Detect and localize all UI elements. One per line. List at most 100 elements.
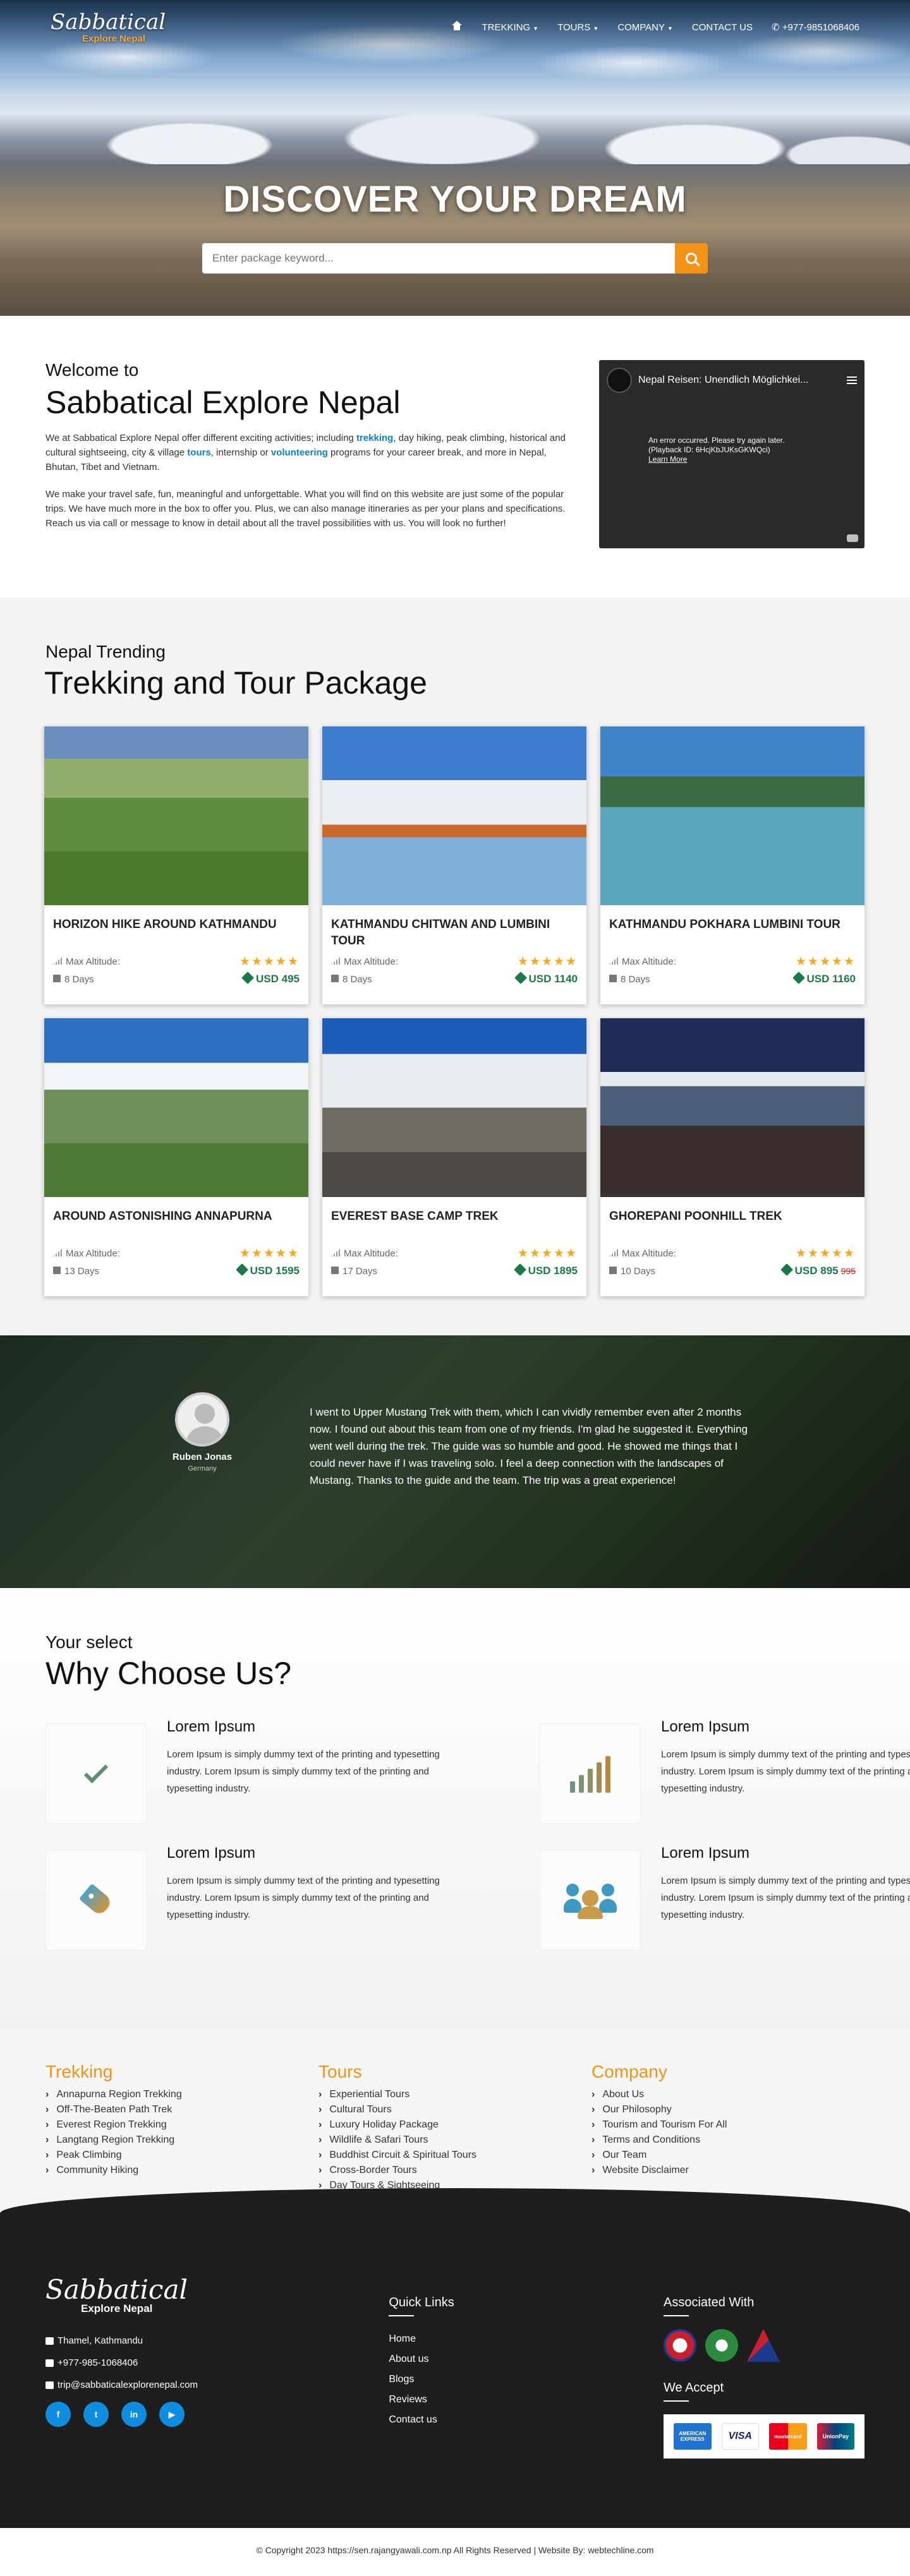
envelope-icon bbox=[46, 2381, 54, 2389]
trekking-link[interactable]: trekking bbox=[356, 433, 393, 443]
people-icon bbox=[564, 1881, 617, 1919]
rating-stars: ★★★★★ bbox=[795, 955, 856, 968]
footer-link[interactable]: Off-The-Beaten Path Trek bbox=[46, 2102, 318, 2117]
package-image[interactable] bbox=[600, 1018, 864, 1197]
altitude-icon bbox=[609, 957, 618, 965]
package-title[interactable]: KATHMANDU CHITWAN AND LUMBINI TOUR bbox=[331, 917, 578, 951]
menu-trekking[interactable]: TREKKING ▼ bbox=[482, 22, 538, 33]
packages-kicker: Nepal Trending bbox=[46, 642, 166, 661]
footer-link[interactable]: Everest Region Trekking bbox=[46, 2117, 318, 2133]
footer-link[interactable]: Cultural Tours bbox=[318, 2102, 592, 2117]
rating-stars: ★★★★★ bbox=[239, 955, 300, 968]
package-image[interactable] bbox=[322, 1018, 586, 1197]
quick-link-blogs[interactable]: Blogs bbox=[389, 2369, 664, 2390]
footer-link[interactable]: Langtang Region Trekking bbox=[46, 2133, 318, 2148]
package-card[interactable]: EVEREST BASE CAMP TREK Max Altitude: ★★★★… bbox=[322, 1018, 586, 1296]
footer-link[interactable]: Luxury Holiday Package bbox=[318, 2117, 592, 2133]
youtube-icon[interactable] bbox=[847, 534, 858, 542]
price-tag-icon bbox=[514, 972, 527, 984]
footer-link[interactable]: Annapurna Region Trekking bbox=[46, 2087, 318, 2102]
package-image[interactable] bbox=[322, 726, 586, 905]
menu-tours[interactable]: TOURS ▼ bbox=[557, 22, 598, 33]
we-accept-title: We Accept bbox=[664, 2381, 864, 2402]
footer-link[interactable]: Our Philosophy bbox=[592, 2102, 864, 2117]
search-icon bbox=[686, 253, 697, 264]
package-price: USD 1160 bbox=[792, 972, 856, 985]
video-title[interactable]: Nepal Reisen: Unendlich Möglichkei... bbox=[638, 375, 840, 386]
footer-link[interactable]: Experiential Tours bbox=[318, 2087, 592, 2102]
package-card[interactable]: GHOREPANI POONHILL TREK Max Altitude: ★★★… bbox=[600, 1018, 864, 1296]
reviewer-name: Ruben Jonas bbox=[172, 1452, 233, 1462]
calendar-icon bbox=[53, 974, 61, 982]
playlist-icon[interactable] bbox=[847, 376, 857, 384]
package-title[interactable]: GHOREPANI POONHILL TREK bbox=[609, 1208, 856, 1243]
quick-link-reviews[interactable]: Reviews bbox=[389, 2390, 664, 2410]
package-title[interactable]: KATHMANDU POKHARA LUMBINI TOUR bbox=[609, 917, 856, 951]
mastercard-icon: mastercard bbox=[769, 2423, 807, 2450]
feature-item: Lorem Ipsum Lorem Ipsum is simply dummy t… bbox=[46, 1845, 464, 1951]
footer-link[interactable]: Wildlife & Safari Tours bbox=[318, 2133, 592, 2148]
footer-link[interactable]: Peak Climbing bbox=[46, 2148, 318, 2163]
package-price: USD 1140 bbox=[514, 972, 578, 985]
volunteering-link[interactable]: volunteering bbox=[271, 447, 328, 458]
hero-section: Sabbatical Explore Nepal TREKKING ▼ TOURS… bbox=[0, 0, 910, 316]
footer-link[interactable]: Terms and Conditions bbox=[592, 2133, 864, 2148]
package-title[interactable]: EVEREST BASE CAMP TREK bbox=[331, 1208, 578, 1243]
quick-link-home[interactable]: Home bbox=[389, 2329, 664, 2349]
price-tag-icon bbox=[241, 972, 254, 984]
package-title[interactable]: HORIZON HIKE AROUND KATHMANDU bbox=[53, 917, 300, 951]
learn-more-link[interactable]: Learn More bbox=[648, 455, 687, 464]
menu-company[interactable]: COMPANY ▼ bbox=[617, 22, 673, 33]
calendar-icon bbox=[331, 1266, 339, 1274]
feature-title: Lorem Ipsum bbox=[167, 1845, 256, 1862]
tag-icon bbox=[78, 1883, 114, 1917]
package-image[interactable] bbox=[44, 726, 308, 905]
quick-link-contact[interactable]: Contact us bbox=[389, 2410, 664, 2430]
calendar-icon bbox=[331, 974, 339, 982]
channel-avatar[interactable] bbox=[607, 368, 632, 393]
home-icon[interactable] bbox=[451, 21, 463, 33]
calendar-icon bbox=[609, 974, 617, 982]
why-kicker: Your select bbox=[46, 1632, 133, 1652]
search-input[interactable] bbox=[202, 243, 675, 274]
twitter-icon[interactable]: t bbox=[83, 2402, 109, 2427]
menu-contact-us[interactable]: CONTACT US bbox=[692, 22, 753, 33]
footer-links-section: Trekking Annapurna Region Trekking Off-T… bbox=[0, 2030, 910, 2213]
footer-link[interactable]: Website Disclaimer bbox=[592, 2163, 864, 2178]
footer-link[interactable]: Tourism and Tourism For All bbox=[592, 2117, 864, 2133]
linkedin-icon[interactable]: in bbox=[121, 2402, 147, 2427]
associated-title: Associated With bbox=[664, 2296, 864, 2316]
price-tag-icon bbox=[513, 1263, 526, 1276]
footer-link[interactable]: About Us bbox=[592, 2087, 864, 2102]
footer-logo[interactable]: Sabbatical Explore Nepal bbox=[46, 2277, 389, 2314]
payment-cards: AMERICAN EXPRESS VISA mastercard UnionPa… bbox=[664, 2414, 864, 2459]
search-button[interactable] bbox=[675, 243, 708, 274]
package-image[interactable] bbox=[600, 726, 864, 905]
package-card[interactable]: KATHMANDU CHITWAN AND LUMBINI TOUR Max A… bbox=[322, 726, 586, 1004]
calendar-icon bbox=[609, 1266, 617, 1274]
rating-stars: ★★★★★ bbox=[239, 1247, 300, 1260]
old-price: 995 bbox=[840, 1266, 856, 1276]
quick-link-about[interactable]: About us bbox=[389, 2349, 664, 2369]
footer-phone[interactable]: +977-985-1068406 bbox=[46, 2357, 389, 2368]
copyright: © Copyright 2023 https://sen.rajangyawal… bbox=[0, 2528, 910, 2572]
footer-link[interactable]: Our Team bbox=[592, 2148, 864, 2163]
package-card[interactable]: AROUND ASTONISHING ANNAPURNA Max Altitud… bbox=[44, 1018, 308, 1296]
package-title[interactable]: AROUND ASTONISHING ANNAPURNA bbox=[53, 1208, 300, 1243]
youtube-icon[interactable]: ▶ bbox=[159, 2402, 185, 2427]
package-image[interactable] bbox=[44, 1018, 308, 1197]
feature-text: Lorem Ipsum is simply dummy text of the … bbox=[167, 1875, 440, 1920]
site-logo[interactable]: Sabbatical Explore Nepal bbox=[51, 11, 166, 44]
whatsapp-phone-link[interactable]: ✆ +977-9851068406 bbox=[772, 21, 859, 33]
tours-link[interactable]: tours bbox=[187, 447, 211, 458]
package-card[interactable]: HORIZON HIKE AROUND KATHMANDU Max Altitu… bbox=[44, 726, 308, 1004]
footer-link[interactable]: Community Hiking bbox=[46, 2163, 318, 2178]
facebook-icon[interactable]: f bbox=[46, 2402, 71, 2427]
footer-email[interactable]: trip@sabbaticalexplorenepal.com bbox=[46, 2380, 389, 2390]
altitude-icon bbox=[53, 957, 62, 965]
youtube-video-embed[interactable]: Nepal Reisen: Unendlich Möglichkei... An… bbox=[599, 360, 864, 548]
feature-title: Lorem Ipsum bbox=[661, 1845, 750, 1862]
footer-link[interactable]: Buddhist Circuit & Spiritual Tours bbox=[318, 2148, 592, 2163]
package-card[interactable]: KATHMANDU POKHARA LUMBINI TOUR Max Altit… bbox=[600, 726, 864, 1004]
footer-link[interactable]: Cross-Border Tours bbox=[318, 2163, 592, 2178]
